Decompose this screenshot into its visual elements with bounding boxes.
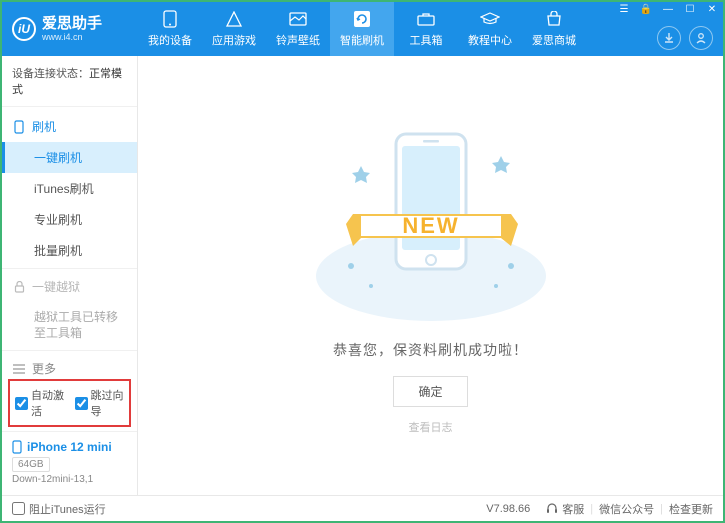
brand-name: 爱思助手 (42, 16, 102, 33)
minimize-icon[interactable]: — (661, 4, 675, 15)
tutorial-icon (480, 10, 500, 28)
close-icon[interactable]: ✕ (705, 4, 719, 15)
device-model: Down-12mini-13,1 (12, 474, 127, 485)
nav-label: 我的设备 (148, 32, 192, 48)
brand-url: www.i4.cn (42, 32, 102, 42)
nav-smart-flash[interactable]: 智能刷机 (330, 2, 394, 56)
wechat-link[interactable]: 微信公众号 (599, 501, 654, 517)
section-title: 刷机 (32, 118, 56, 135)
nav-label: 智能刷机 (340, 32, 384, 48)
version-label: V7.98.66 (486, 503, 530, 515)
checkbox-auto-activate[interactable]: 自动激活 (15, 387, 65, 419)
nav-toolbox[interactable]: 工具箱 (394, 2, 458, 56)
lock-small-icon (12, 280, 26, 294)
checkbox-skip-guide[interactable]: 跳过向导 (75, 387, 125, 419)
section-jailbreak: 一键越狱 (2, 271, 137, 302)
support-link[interactable]: 客服 (546, 501, 584, 517)
sidebar-item-batch-flash[interactable]: 批量刷机 (2, 235, 137, 266)
wallpaper-icon (288, 10, 308, 28)
section-title: 一键越狱 (32, 278, 80, 295)
nav-store[interactable]: 爱思商城 (522, 2, 586, 56)
nav-ringtone[interactable]: 铃声壁纸 (266, 2, 330, 56)
footer: 阻止iTunes运行 V7.98.66 客服 | 微信公众号 | 检查更新 (2, 495, 723, 521)
sidebar-item-oneclick-flash[interactable]: 一键刷机 (2, 142, 137, 173)
ok-button[interactable]: 确定 (393, 376, 467, 407)
device-icon (12, 440, 22, 454)
flash-icon (352, 10, 372, 28)
nav-label: 铃声壁纸 (276, 32, 320, 48)
options-row: 自动激活 跳过向导 (8, 379, 131, 427)
titlebar: iU 爱思助手 www.i4.cn 我的设备 应用游戏 铃声壁纸 智能刷机 (2, 2, 723, 56)
toolbox-icon (416, 10, 436, 28)
device-name[interactable]: iPhone 12 mini (12, 440, 127, 454)
svg-text:NEW: NEW (402, 213, 459, 238)
menu-icon[interactable]: ☰ (617, 4, 631, 15)
menu-small-icon (12, 362, 26, 375)
main-panel: NEW 恭喜您，保资料刷机成功啦！ 确定 查看日志 (138, 56, 723, 495)
maximize-icon[interactable]: ☐ (683, 4, 697, 15)
phone-small-icon (12, 120, 26, 134)
checkbox-block-itunes[interactable]: 阻止iTunes运行 (12, 501, 106, 517)
nav-label: 爱思商城 (532, 32, 576, 48)
nav-my-device[interactable]: 我的设备 (138, 2, 202, 56)
headset-icon (546, 503, 558, 515)
connection-status: 设备连接状态：正常模式 (2, 56, 137, 107)
logo-icon: iU (12, 17, 36, 41)
apps-icon (224, 10, 244, 28)
nav-apps[interactable]: 应用游戏 (202, 2, 266, 56)
sidebar-item-pro-flash[interactable]: 专业刷机 (2, 204, 137, 235)
lock-icon[interactable]: 🔒 (639, 4, 653, 15)
sidebar-item-itunes-flash[interactable]: iTunes刷机 (2, 173, 137, 204)
success-message: 恭喜您，保资料刷机成功啦！ (333, 340, 528, 360)
section-flash[interactable]: 刷机 (2, 111, 137, 142)
device-panel: iPhone 12 mini 64GB Down-12mini-13,1 (2, 431, 137, 495)
nav-label: 教程中心 (468, 32, 512, 48)
store-icon (544, 10, 564, 28)
nav-label: 工具箱 (410, 32, 443, 48)
phone-illustration: NEW (301, 116, 561, 326)
section-title: 更多 (32, 360, 56, 375)
section-more[interactable]: 更多 (2, 353, 137, 375)
download-button[interactable] (657, 26, 681, 50)
nav-label: 应用游戏 (212, 32, 256, 48)
phone-icon (160, 10, 180, 28)
nav-tutorial[interactable]: 教程中心 (458, 2, 522, 56)
sidebar: 设备连接状态：正常模式 刷机 一键刷机 iTunes刷机 专业刷机 批量刷机 一… (2, 56, 138, 495)
status-label: 设备连接状态： (12, 68, 89, 80)
view-log-link[interactable]: 查看日志 (409, 419, 453, 435)
jailbreak-note: 越狱工具已转移至工具箱 (2, 302, 137, 348)
update-link[interactable]: 检查更新 (669, 501, 713, 517)
logo-wrap: iU 爱思助手 www.i4.cn (12, 16, 138, 43)
device-storage: 64GB (12, 457, 50, 472)
window-controls: ☰ 🔒 — ☐ ✕ (617, 4, 719, 15)
user-button[interactable] (689, 26, 713, 50)
